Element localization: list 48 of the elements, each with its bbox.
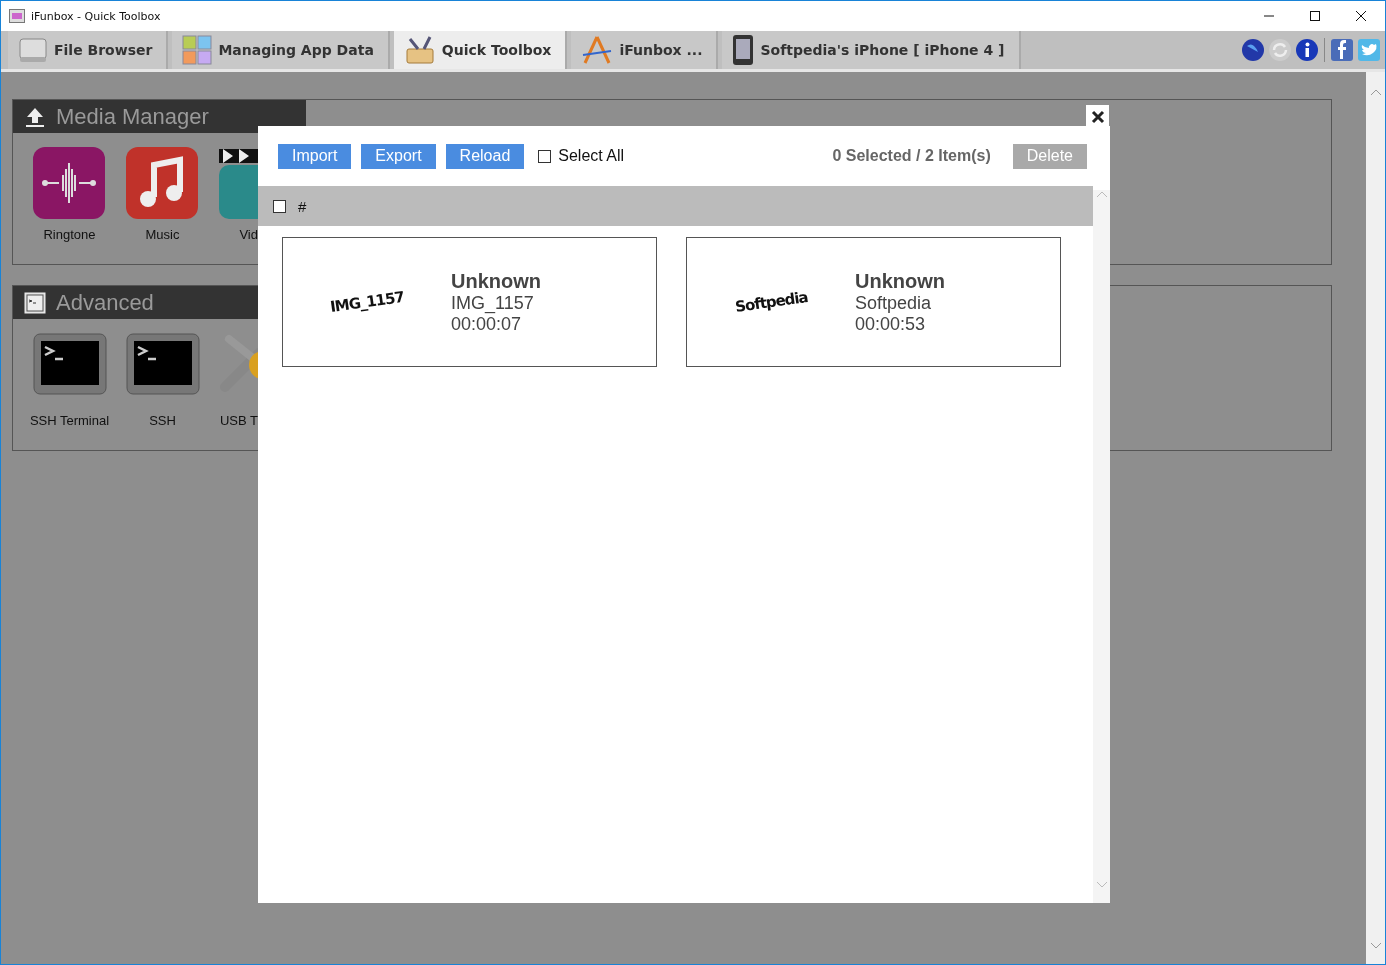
checkbox-label[interactable]: Select All	[558, 147, 625, 165]
phone-icon	[732, 34, 755, 66]
maximize-icon[interactable]	[1309, 10, 1321, 22]
cover-text: Softpedia	[733, 288, 809, 316]
facebook-icon[interactable]	[1330, 38, 1354, 62]
panel-title: Advanced	[56, 289, 154, 316]
toolbar-button[interactable]: Reload	[445, 143, 525, 169]
media-duration: 00:00:07	[451, 313, 522, 335]
media-card[interactable]: Softpedia Unknown Softpedia 00:00:53	[686, 237, 1061, 367]
media-title: Unknown	[855, 269, 945, 293]
panel-title: Media Manager	[56, 103, 209, 130]
app-icon	[9, 9, 25, 23]
selection-count: 0 Selected / 2 Item(s)	[832, 147, 991, 165]
cover-text: IMG_1157	[329, 287, 405, 317]
terminal-icon	[24, 291, 46, 314]
tool-label[interactable]: SSH Terminal	[29, 413, 110, 428]
checkbox[interactable]	[538, 149, 552, 163]
window-title: iFunbox - Quick Toolbox	[31, 9, 162, 23]
toolbar-button[interactable]: Import	[278, 143, 352, 169]
tab[interactable]: iFunbox ...	[571, 31, 719, 69]
info-icon[interactable]	[1295, 38, 1319, 62]
tool-label[interactable]: Vid	[239, 227, 258, 242]
close-icon	[1090, 109, 1105, 124]
media-duration: 00:00:53	[855, 313, 927, 335]
media-name: IMG_1157	[451, 292, 535, 314]
column-header: #	[298, 197, 307, 215]
close-icon[interactable]	[1355, 10, 1367, 22]
drive-icon	[18, 36, 48, 64]
tab[interactable]: Softpedia's iPhone [ iPhone 4 ]	[722, 31, 1021, 69]
media-name: Softpedia	[855, 292, 933, 314]
compass-icon	[581, 35, 614, 65]
grid-icon	[182, 35, 213, 65]
video-icon[interactable]	[219, 147, 258, 221]
tab[interactable]: Managing App Data	[172, 31, 390, 69]
tab[interactable]: Quick Toolbox	[393, 31, 568, 69]
tool-label[interactable]: SSH	[149, 413, 176, 428]
ringtone-icon[interactable]	[32, 147, 107, 221]
tab[interactable]: File Browser	[8, 31, 169, 69]
tool-label[interactable]: USB T	[219, 413, 258, 428]
tool-label[interactable]: Music	[145, 227, 180, 242]
media-card[interactable]: IMG_1157 Unknown IMG_1157 00:00:07	[282, 237, 657, 367]
music-icon[interactable]	[125, 147, 200, 221]
toolbar-button[interactable]: Export	[361, 143, 436, 169]
close-button[interactable]	[1086, 105, 1109, 128]
checkbox[interactable]	[273, 199, 286, 213]
tool-label[interactable]: Ringtone	[43, 227, 96, 242]
globe-icon[interactable]	[1241, 38, 1265, 62]
media-title: Unknown	[451, 269, 541, 293]
